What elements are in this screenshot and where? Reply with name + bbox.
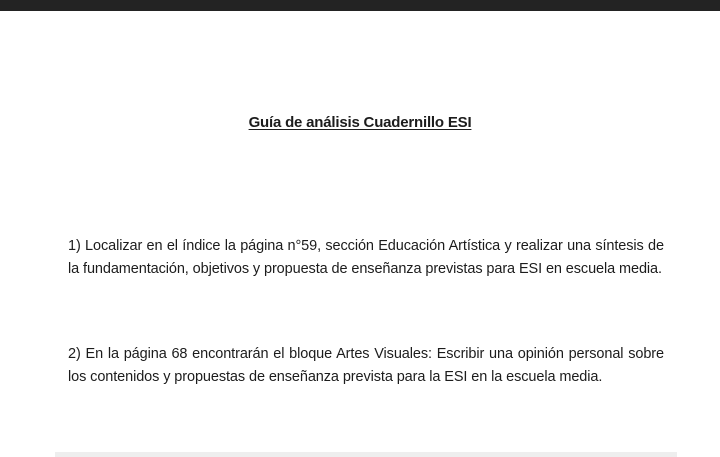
- document-page: Guía de análisis Cuadernillo ESI 1) Loca…: [0, 11, 720, 457]
- document-title: Guía de análisis Cuadernillo ESI: [248, 114, 472, 131]
- instruction-item-2: 2) En la página 68 encontrarán el bloque…: [68, 346, 664, 385]
- top-bar: [0, 0, 720, 11]
- next-page-edge: [55, 452, 677, 457]
- instruction-item-1: 1) Localizar en el índice la página n°59…: [68, 238, 664, 277]
